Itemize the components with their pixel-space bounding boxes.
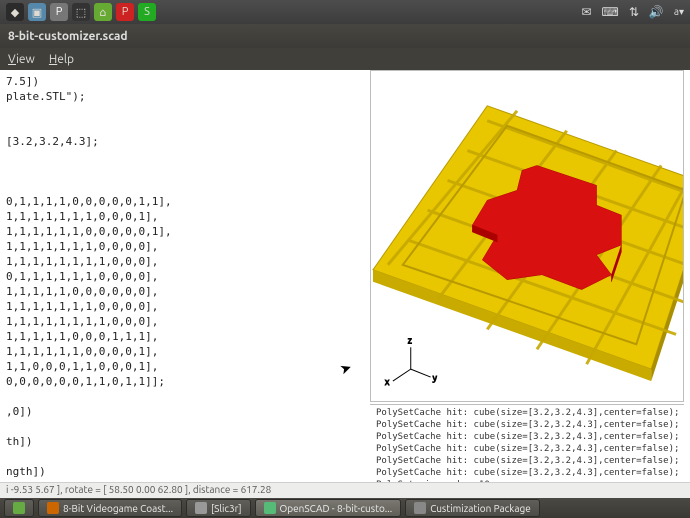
launcher-icon[interactable]: S — [138, 3, 156, 21]
taskbar-app-icon — [195, 502, 207, 514]
taskbar-label: 8-Bit Videogame Coast... — [63, 503, 173, 514]
launcher-icon[interactable]: P — [116, 3, 134, 21]
launcher-icon[interactable]: ◆ — [6, 3, 24, 21]
3d-viewport[interactable]: z y x — [370, 70, 684, 402]
keyboard-icon[interactable]: ⌨ — [601, 5, 618, 19]
taskbar-label: OpenSCAD - 8-bit-custo... — [280, 503, 393, 514]
taskbar-button[interactable]: [Slic3r] — [186, 499, 250, 517]
axis-x-label: x — [385, 377, 390, 387]
launcher-icon[interactable]: P — [50, 3, 68, 21]
status-bar: i -9.53 5.67 ], rotate = [ 58.50 0.00 62… — [0, 482, 690, 498]
status-text: i -9.53 5.67 ], rotate = [ 58.50 0.00 62… — [6, 484, 271, 495]
window-titlebar[interactable]: 8-bit-customizer.scad — [0, 24, 690, 48]
axis-y-label: y — [433, 373, 438, 383]
launcher-icon[interactable]: ▣ — [28, 3, 46, 21]
desktop-taskbar: 8-Bit Videogame Coast... [Slic3r] OpenSCAD… — [0, 498, 690, 518]
panel-launchers: ◆ ▣ P ⬚ ⌂ P S — [6, 3, 156, 21]
client-area: 7.5]) plate.STL"); [3.2,3.2,4.3]; 0,1,1,… — [0, 70, 690, 498]
user-icon[interactable]: a▾ — [674, 6, 684, 18]
console-output[interactable]: PolySetCache hit: cube(size=[3.2,3.2,4.3… — [370, 404, 684, 482]
taskbar-button[interactable]: Custimization Package — [405, 499, 540, 517]
menu-view[interactable]: View — [8, 53, 35, 66]
taskbar-app-icon — [13, 502, 25, 514]
launcher-icon[interactable]: ⌂ — [94, 3, 112, 21]
taskbar-label: [Slic3r] — [211, 503, 241, 514]
mail-icon[interactable]: ✉ — [581, 5, 591, 19]
sound-icon[interactable]: 🔊 — [649, 5, 664, 19]
menubar: View Help — [0, 48, 690, 70]
taskbar-button[interactable]: OpenSCAD - 8-bit-custo... — [255, 499, 402, 517]
taskbar-button[interactable]: 8-Bit Videogame Coast... — [38, 499, 182, 517]
taskbar-app-icon — [414, 502, 426, 514]
menu-help[interactable]: Help — [49, 53, 74, 66]
code-editor[interactable]: 7.5]) plate.STL"); [3.2,3.2,4.3]; 0,1,1,… — [0, 70, 360, 482]
network-icon[interactable]: ⇅ — [629, 5, 639, 19]
taskbar-app-icon — [47, 502, 59, 514]
taskbar-button[interactable] — [4, 499, 34, 517]
taskbar-label: Custimization Package — [430, 503, 531, 514]
desktop-top-panel: ◆ ▣ P ⬚ ⌂ P S ✉ ⌨ ⇅ 🔊 a▾ — [0, 0, 690, 24]
panel-system-tray: ✉ ⌨ ⇅ 🔊 a▾ — [581, 5, 684, 19]
window-title: 8-bit-customizer.scad — [8, 30, 128, 43]
axis-z-label: z — [408, 335, 412, 345]
taskbar-app-icon — [264, 502, 276, 514]
launcher-icon[interactable]: ⬚ — [72, 3, 90, 21]
